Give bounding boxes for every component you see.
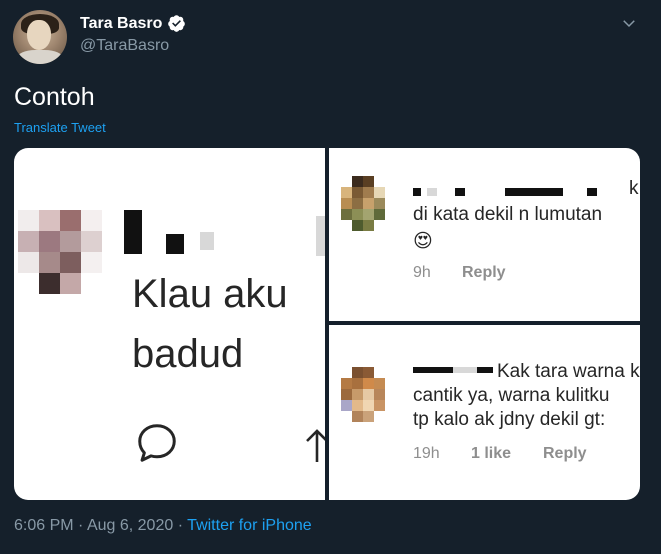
tweet-time[interactable]: 6:06 PM	[14, 517, 74, 534]
censor-block	[413, 367, 453, 373]
avatar[interactable]	[13, 10, 67, 64]
tweet-media[interactable]: Klau aku badud k di kata dekil n lumutan…	[14, 148, 640, 500]
author-row: Tara Basro	[80, 14, 186, 33]
comment-emoji: 😍	[413, 230, 433, 252]
pixelated-avatar	[18, 210, 102, 294]
censor-block	[200, 232, 214, 250]
comment-time: 9h	[413, 264, 431, 281]
footer-separator: ·	[177, 517, 184, 534]
censor-block	[453, 367, 477, 373]
author-name[interactable]: Tara Basro	[80, 15, 162, 33]
footer-separator: ·	[78, 517, 84, 534]
censor-block	[413, 188, 421, 196]
media-left-panel[interactable]: Klau aku badud	[14, 148, 325, 500]
censor-block	[427, 188, 437, 196]
share-arrow-icon	[306, 429, 325, 462]
tweet-date[interactable]: Aug 6, 2020	[87, 517, 173, 534]
comment-reply[interactable]: Reply	[543, 445, 587, 463]
comment-text-line2: cantik ya, warna kulitku	[413, 385, 610, 406]
comment-text: di kata dekil n lumutan	[413, 204, 603, 225]
censor-block	[316, 216, 325, 256]
pixelated-avatar	[341, 367, 385, 422]
tweet-source-link[interactable]: Twitter for iPhone	[187, 517, 312, 534]
censor-block	[505, 188, 563, 196]
media-right-bottom-panel[interactable]: Kak tara warna k cantik ya, warna kulitk…	[329, 325, 640, 500]
censor-block	[166, 234, 184, 254]
chevron-down-icon[interactable]	[620, 14, 638, 32]
censor-block	[455, 188, 465, 196]
censor-block	[477, 367, 493, 373]
comment-reply[interactable]: Reply	[462, 264, 506, 282]
censor-block	[587, 188, 597, 196]
author-handle[interactable]: @TaraBasro	[80, 37, 169, 55]
pixelated-avatar	[341, 176, 385, 231]
comment-username-tail: k	[629, 178, 639, 199]
tweet: Tara Basro @TaraBasro Contoh Translate T…	[0, 0, 661, 554]
censor-block	[124, 210, 142, 254]
comment-likes[interactable]: 1 like	[471, 445, 511, 463]
comment-text-line1: Kak tara warna k	[497, 361, 640, 382]
translate-tweet-link[interactable]: Translate Tweet	[14, 120, 106, 135]
tweet-footer: 6:06 PM · Aug 6, 2020 · Twitter for iPho…	[14, 517, 312, 535]
media-right-top-panel[interactable]: k di kata dekil n lumutan 😍 9h Reply	[329, 148, 640, 321]
post-text-line2: badud	[132, 332, 244, 376]
post-text-line1: Klau aku	[132, 272, 288, 316]
comment-text-line3: tp kalo ak jdny dekil gt:	[413, 409, 606, 430]
comment-bubble-icon	[138, 424, 176, 462]
verified-badge-icon	[168, 15, 186, 32]
tweet-text: Contoh	[14, 83, 95, 111]
comment-time: 19h	[413, 445, 440, 462]
